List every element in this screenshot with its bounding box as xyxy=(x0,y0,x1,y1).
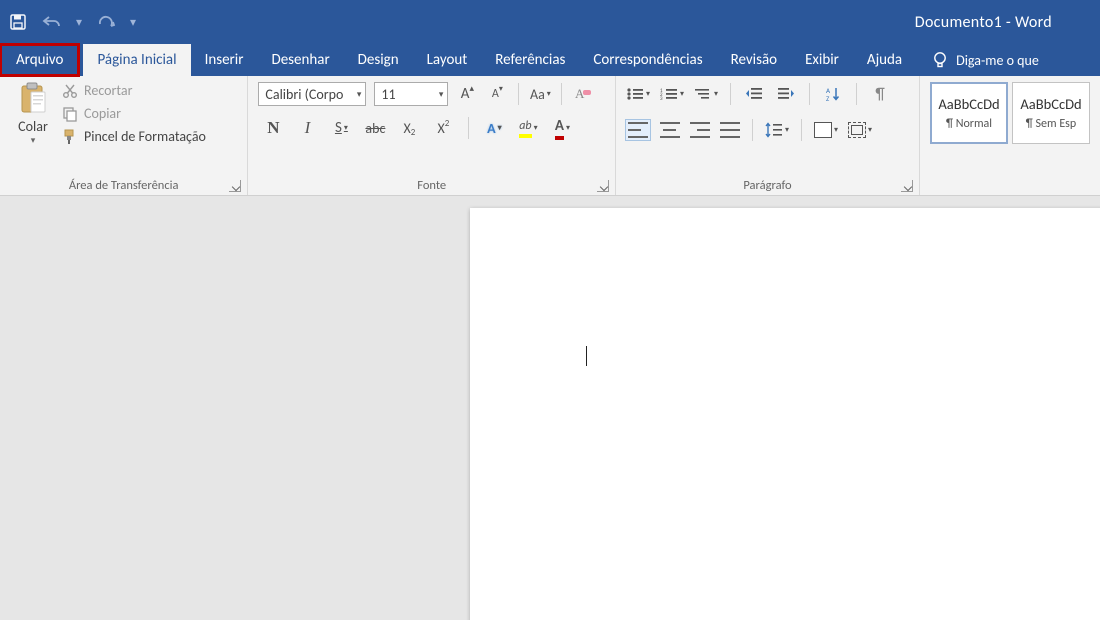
copy-button[interactable]: Copiar xyxy=(62,105,206,122)
borders-button[interactable]: ▾ xyxy=(848,118,872,142)
chevron-down-icon: ▾ xyxy=(439,89,444,100)
change-case-button[interactable]: Aa ▾ xyxy=(529,82,551,106)
group-paragraph: ▾ 123 ▾ ▾ AZ xyxy=(616,76,920,195)
style-no-spacing[interactable]: AaBbCcDd ¶ Sem Esp xyxy=(1012,82,1090,144)
save-icon[interactable] xyxy=(8,12,28,32)
group-paragraph-label: Parágrafo xyxy=(626,176,909,193)
group-clipboard: Colar ▾ Recortar Copiar xyxy=(0,76,248,195)
paintbrush-icon xyxy=(62,129,78,145)
line-spacing-button[interactable]: ▾ xyxy=(765,118,789,142)
font-color-button[interactable]: A ▾ xyxy=(551,116,573,140)
document-page[interactable] xyxy=(470,208,1100,620)
cut-button[interactable]: Recortar xyxy=(62,82,206,99)
tab-mailings[interactable]: Correspondências xyxy=(579,44,716,76)
style-name: ¶ Normal xyxy=(946,117,992,131)
bullets-button[interactable]: ▾ xyxy=(626,82,650,106)
ribbon-tabs: Arquivo Página Inicial Inserir Desenhar … xyxy=(0,44,1100,76)
align-right-button[interactable] xyxy=(690,122,710,138)
clear-formatting-button[interactable]: A xyxy=(572,82,594,106)
strikethrough-button[interactable]: abc xyxy=(364,116,386,140)
group-styles: AaBbCcDd ¶ Normal AaBbCcDd ¶ Sem Esp xyxy=(920,76,1100,195)
separator xyxy=(801,119,802,141)
format-painter-button[interactable]: Pincel de Formatação xyxy=(62,128,206,145)
tab-layout[interactable]: Layout xyxy=(413,44,482,76)
decrease-indent-button[interactable] xyxy=(743,82,765,106)
style-preview: AaBbCcDd xyxy=(1020,95,1081,113)
superscript-button[interactable]: X2 xyxy=(432,116,454,140)
undo-icon[interactable] xyxy=(42,12,62,32)
svg-text:Z: Z xyxy=(826,94,830,102)
show-hide-button[interactable]: ¶ xyxy=(869,82,891,106)
quick-access-toolbar: ▾ ▾ xyxy=(8,12,136,32)
bold-button[interactable]: N xyxy=(262,116,284,140)
tab-home[interactable]: Página Inicial xyxy=(83,44,190,76)
tab-draw[interactable]: Desenhar xyxy=(257,44,343,76)
cut-label: Recortar xyxy=(84,82,133,99)
shading-button[interactable]: ▾ xyxy=(814,118,838,142)
tab-review[interactable]: Revisão xyxy=(717,44,791,76)
increase-indent-button[interactable] xyxy=(775,82,797,106)
highlight-button[interactable]: ab ▾ xyxy=(517,116,539,140)
grow-font-button[interactable]: A▴ xyxy=(456,82,478,106)
align-center-button[interactable] xyxy=(660,122,680,138)
titlebar: ▾ ▾ Documento1 - Word xyxy=(0,0,1100,44)
group-font: Calibri (Corpo ▾ 11 ▾ A▴ A▾ Aa ▾ A N I xyxy=(248,76,616,195)
shrink-font-button[interactable]: A▾ xyxy=(486,82,508,106)
sort-button[interactable]: AZ xyxy=(822,82,844,106)
copy-label: Copiar xyxy=(84,105,121,122)
svg-text:3: 3 xyxy=(660,96,663,101)
tab-file[interactable]: Arquivo xyxy=(0,44,79,76)
separator xyxy=(856,83,857,105)
separator xyxy=(752,119,753,141)
clipboard-icon xyxy=(18,82,48,116)
lightbulb-icon xyxy=(932,51,948,69)
tab-insert[interactable]: Inserir xyxy=(191,44,258,76)
paste-dropdown-icon[interactable]: ▾ xyxy=(31,135,36,146)
separator xyxy=(518,83,519,105)
italic-button[interactable]: I xyxy=(296,116,318,140)
tab-help[interactable]: Ajuda xyxy=(853,44,916,76)
paragraph-dialog-launcher[interactable] xyxy=(901,180,913,192)
font-dialog-launcher[interactable] xyxy=(597,180,609,192)
separator xyxy=(561,83,562,105)
text-effects-button[interactable]: A ▾ xyxy=(483,116,505,140)
group-clipboard-label: Área de Transferência xyxy=(10,176,237,193)
redo-icon[interactable] xyxy=(96,12,116,32)
numbering-button[interactable]: 123 ▾ xyxy=(660,82,684,106)
paste-label: Colar xyxy=(18,118,48,135)
tab-design[interactable]: Design xyxy=(344,44,413,76)
font-name-combo[interactable]: Calibri (Corpo ▾ xyxy=(258,82,366,106)
style-normal[interactable]: AaBbCcDd ¶ Normal xyxy=(930,82,1008,144)
style-preview: AaBbCcDd xyxy=(938,95,999,113)
document-title: Documento1 - Word xyxy=(136,13,1092,32)
format-painter-label: Pincel de Formatação xyxy=(84,128,206,145)
align-left-button[interactable] xyxy=(626,120,650,140)
tab-view[interactable]: Exibir xyxy=(791,44,853,76)
tell-me[interactable]: Diga-me o que xyxy=(916,44,1039,76)
group-styles-label xyxy=(930,176,1090,193)
separator xyxy=(809,83,810,105)
separator xyxy=(468,117,469,139)
multilevel-list-button[interactable]: ▾ xyxy=(694,82,718,106)
group-font-label: Fonte xyxy=(258,176,605,193)
chevron-down-icon: ▾ xyxy=(357,89,362,100)
ribbon: Colar ▾ Recortar Copiar xyxy=(0,76,1100,196)
font-size-combo[interactable]: 11 ▾ xyxy=(374,82,448,106)
align-justify-button[interactable] xyxy=(720,122,740,138)
underline-button[interactable]: S ▾ xyxy=(330,116,352,140)
subscript-button[interactable]: X2 xyxy=(398,116,420,140)
clipboard-dialog-launcher[interactable] xyxy=(229,180,241,192)
style-name: ¶ Sem Esp xyxy=(1026,117,1076,131)
font-size-value: 11 xyxy=(381,86,395,103)
tab-references[interactable]: Referências xyxy=(481,44,579,76)
text-cursor xyxy=(586,346,587,366)
paste-button[interactable]: Colar ▾ xyxy=(10,82,56,146)
qat-dropdown-1[interactable]: ▾ xyxy=(76,15,82,30)
separator xyxy=(730,83,731,105)
tell-me-label: Diga-me o que xyxy=(956,52,1039,69)
scissors-icon xyxy=(62,83,78,99)
font-name-value: Calibri (Corpo xyxy=(265,86,343,103)
document-area[interactable] xyxy=(0,196,1100,620)
copy-icon xyxy=(62,106,78,122)
